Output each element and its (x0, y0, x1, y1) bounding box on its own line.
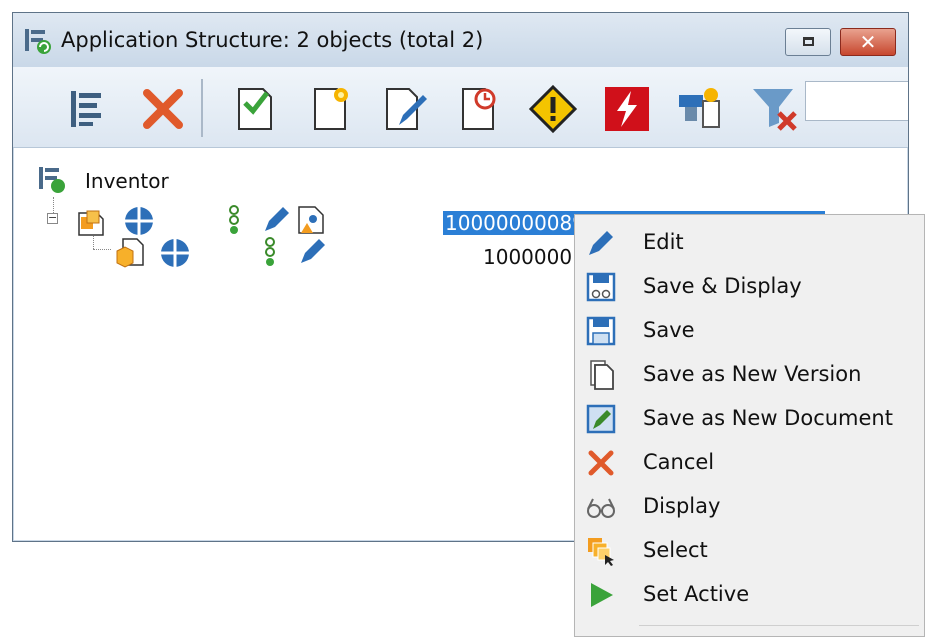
restore-button[interactable] (785, 28, 831, 56)
document-new-icon (314, 88, 348, 130)
new-document-button[interactable] (305, 83, 357, 135)
save-icon (585, 315, 617, 347)
tree-root-label[interactable]: Inventor (85, 169, 169, 193)
menu-item-label: Save & Display (643, 274, 802, 298)
tree-item-part-label[interactable]: 1000000 (483, 245, 572, 269)
inventor-root-icon (37, 165, 67, 199)
menu-item-label: Display (643, 494, 721, 518)
toolbar-separator (201, 79, 203, 137)
glasses-icon (585, 491, 617, 523)
menu-item-label: Save as New Document (643, 406, 893, 430)
cancel-icon (585, 447, 617, 479)
save-display-icon (585, 271, 617, 303)
structure-tree-icon (23, 27, 53, 55)
assembly-icon (75, 205, 109, 241)
structure-tree-icon (71, 91, 101, 127)
document-check-icon (238, 88, 272, 130)
structure-tree-button[interactable] (61, 83, 113, 135)
tree-connector (93, 249, 111, 250)
title-bar[interactable]: Application Structure: 2 objects (total … (13, 13, 908, 67)
status-traffic-light-icon (227, 205, 241, 239)
edit-document-button[interactable] (379, 83, 431, 135)
configure-button[interactable] (675, 83, 727, 135)
filter-remove-icon (753, 89, 797, 131)
window-title: Application Structure: 2 objects (total … (61, 28, 484, 52)
menu-item-save-display[interactable]: Save & Display (575, 265, 924, 309)
menu-item-label: Save (643, 318, 695, 342)
menu-item-cancel[interactable]: Cancel (575, 441, 924, 485)
pencil-icon (585, 227, 617, 259)
menu-item-set-active[interactable]: Set Active (575, 573, 924, 617)
menu-item-label: Select (643, 538, 708, 562)
menu-item-edit[interactable]: Edit (575, 221, 924, 265)
warning-diamond-icon (528, 84, 578, 134)
delete-button[interactable] (137, 83, 189, 135)
select-icon (585, 535, 617, 567)
toolbar (13, 67, 908, 148)
globe-icon[interactable] (123, 205, 155, 241)
menu-item-select[interactable]: Select (575, 529, 924, 573)
status-traffic-light-icon (263, 237, 277, 271)
menu-item-display[interactable]: Display (575, 485, 924, 529)
pencil-icon[interactable] (261, 205, 291, 239)
collapse-toggle[interactable]: − (47, 212, 58, 224)
red-lightning-icon (605, 87, 649, 131)
lightning-button[interactable] (601, 83, 653, 135)
close-button[interactable]: ✕ (840, 28, 896, 56)
document-edit-icon (386, 88, 427, 130)
menu-item-label: Save as New Version (643, 362, 862, 386)
context-menu: Edit Save & Display Save Save as New Ver… (574, 214, 925, 637)
configure-gear-icon (679, 88, 720, 128)
menu-item-label: Cancel (643, 450, 715, 474)
save-new-document-icon (585, 403, 617, 435)
menu-item-save[interactable]: Save (575, 309, 924, 353)
filter-remove-button[interactable] (749, 83, 801, 135)
save-new-version-icon (585, 359, 617, 391)
check-in-button[interactable] (229, 83, 281, 135)
search-input[interactable] (805, 81, 908, 121)
delete-x-icon (143, 89, 183, 129)
menu-item-save-as-new-version[interactable]: Save as New Version (575, 353, 924, 397)
globe-icon[interactable] (159, 237, 191, 273)
document-image-icon (293, 203, 327, 241)
menu-item-save-as-new-document[interactable]: Save as New Document (575, 397, 924, 441)
pencil-icon[interactable] (297, 237, 327, 271)
menu-item-label: Edit (643, 230, 684, 254)
menu-separator (639, 625, 919, 626)
document-clock-icon (462, 88, 496, 130)
menu-item-label: Set Active (643, 582, 750, 606)
part-icon (113, 237, 147, 273)
warning-button[interactable] (527, 83, 579, 135)
history-button[interactable] (453, 83, 505, 135)
play-triangle-icon (585, 579, 617, 611)
